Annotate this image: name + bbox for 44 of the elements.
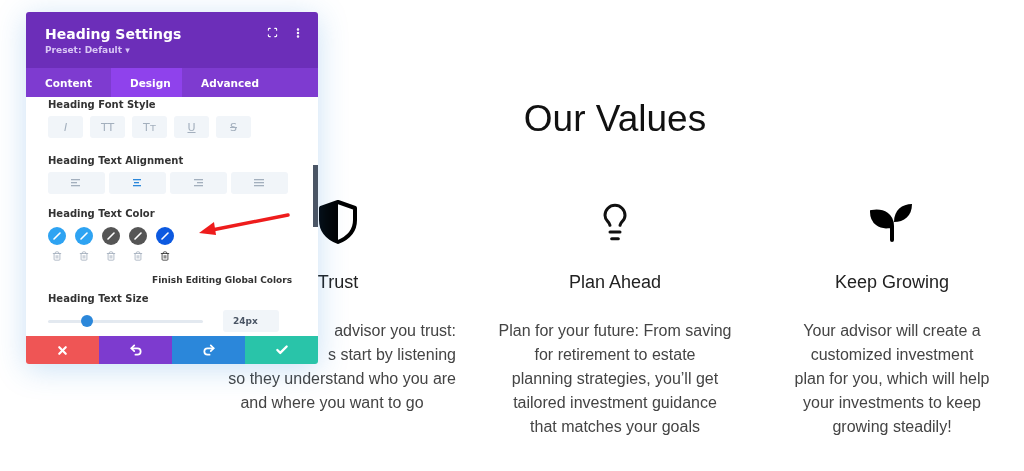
- undo-button[interactable]: [99, 336, 172, 364]
- description-line: advisor you trust:: [334, 321, 456, 341]
- color-swatch[interactable]: [75, 227, 93, 245]
- description-line: s start by listening: [327, 345, 456, 365]
- slider-thumb[interactable]: [80, 314, 93, 327]
- color-swatch[interactable]: [48, 227, 66, 245]
- align-icon: [254, 179, 265, 187]
- value-title: Plan Ahead: [568, 272, 662, 293]
- alignment-button[interactable]: [231, 172, 288, 194]
- preset-dropdown[interactable]: Preset: Default ▾: [45, 44, 267, 55]
- cancel-button[interactable]: [26, 336, 99, 364]
- panel-tab[interactable]: Content: [26, 68, 112, 97]
- color-swatch[interactable]: [129, 227, 147, 245]
- close-icon: [56, 343, 69, 357]
- panel-tab[interactable]: Advanced: [182, 68, 278, 97]
- field-label: Heading Text Color: [48, 208, 156, 219]
- align-icon: [193, 179, 204, 187]
- value-title: Keep Growing: [834, 272, 950, 293]
- panel-title: Heading Settings: [45, 25, 183, 42]
- check-icon: [274, 343, 289, 357]
- finish-editing-link[interactable]: Finish Editing Global Colors: [152, 275, 292, 285]
- value-title: Trust: [317, 272, 359, 293]
- field-label: Heading Font Style: [48, 99, 157, 110]
- field-label: Heading Text Size: [48, 293, 150, 304]
- shield-icon: [318, 200, 358, 244]
- align-icon: [132, 179, 143, 187]
- description-line: so they understand who you are: [228, 369, 456, 389]
- expand-icon[interactable]: [267, 27, 278, 38]
- undo-icon: [128, 343, 143, 357]
- value-description: Plan for your future: From saving for retirement to estate planning strategies, you’ll get tailored investment guidance that matches your goals: [497, 321, 733, 437]
- color-swatch[interactable]: [156, 227, 174, 245]
- redo-icon: [201, 343, 216, 357]
- description-line: and where you want to go: [240, 393, 424, 413]
- sprout-icon: [870, 202, 914, 242]
- align-icon: [71, 179, 82, 187]
- alignment-button[interactable]: [109, 172, 166, 194]
- trash-icon[interactable]: [160, 251, 170, 261]
- value-description: Your advisor will create a customized investment plan for you, which will help your investments to keep growing steadily!: [793, 321, 991, 437]
- size-field[interactable]: 24px: [223, 310, 279, 332]
- panel-tab[interactable]: Design: [111, 68, 183, 97]
- color-swatch[interactable]: [102, 227, 120, 245]
- section-heading: Our Values: [523, 98, 707, 140]
- redo-button[interactable]: [172, 336, 245, 364]
- field-label: Heading Text Alignment: [48, 155, 185, 166]
